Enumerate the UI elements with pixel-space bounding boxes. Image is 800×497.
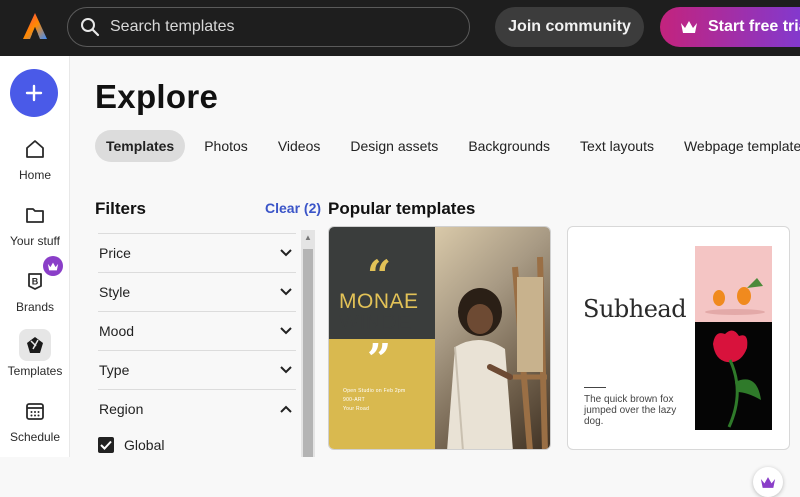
chevron-down-icon xyxy=(280,246,294,260)
sidebar-item-label: Templates xyxy=(7,364,63,378)
card-small-line: 900-ART xyxy=(343,397,366,403)
sidebar-item-schedule[interactable]: Schedule xyxy=(0,395,70,451)
main-content: Explore Templates Photos Videos Design a… xyxy=(71,56,800,497)
create-new-button[interactable] xyxy=(10,69,58,117)
filter-label: Type xyxy=(99,362,130,378)
sidebar-item-templates[interactable]: Templates xyxy=(0,329,70,385)
filters-heading: Filters xyxy=(95,199,147,218)
sidebar-item-label: Brands xyxy=(15,300,55,314)
painter-photo xyxy=(435,227,550,449)
card-body-text: The quick brown fox jumped over the lazy… xyxy=(584,394,677,427)
card-headline: MONAE WINDE xyxy=(339,291,419,333)
sidebar-item-label: Home xyxy=(18,168,51,182)
search-bar[interactable] xyxy=(67,7,470,47)
tab-design-assets[interactable]: Design assets xyxy=(339,130,449,162)
scroll-up-arrow-icon[interactable]: ▲ xyxy=(304,233,312,242)
filter-label: Mood xyxy=(99,323,135,339)
search-input[interactable] xyxy=(110,18,450,36)
peach-photo xyxy=(695,246,772,322)
crown-icon xyxy=(680,20,698,34)
search-icon xyxy=(81,18,100,37)
filter-label: Style xyxy=(99,284,131,300)
premium-badge-icon xyxy=(43,256,63,276)
filter-label: Region xyxy=(99,401,144,417)
premium-crown-icon[interactable] xyxy=(753,467,783,497)
chevron-down-icon xyxy=(280,363,294,377)
start-free-trial-label: Start free trial xyxy=(708,18,800,35)
filter-scrollbar-thumb[interactable] xyxy=(303,249,313,457)
top-bar: Join community Start free trial xyxy=(0,0,800,56)
calendar-icon xyxy=(19,395,51,427)
checkbox-checked-icon[interactable] xyxy=(98,437,114,453)
region-option-label: Global xyxy=(124,437,165,453)
tab-photos[interactable]: Photos xyxy=(193,130,259,162)
left-sidebar: Home Your stuff B Brands Templates Sched… xyxy=(0,56,70,457)
sidebar-item-your-stuff[interactable]: Your stuff xyxy=(0,199,70,255)
filter-type[interactable]: Type xyxy=(98,350,296,389)
clear-filters-link[interactable]: Clear (2) xyxy=(265,200,321,216)
filter-region[interactable]: Region xyxy=(98,389,296,428)
template-card[interactable]: Subhead The quick brown fox jumped over … xyxy=(567,226,790,450)
card-headline-line2: WINDE xyxy=(339,311,412,334)
start-free-trial-button[interactable]: Start free trial xyxy=(660,7,800,47)
adobe-express-logo-icon[interactable] xyxy=(22,12,48,40)
card-subhead: Subhead xyxy=(583,295,687,323)
filter-label: Price xyxy=(99,245,131,261)
popular-templates-heading: Popular templates xyxy=(328,199,476,218)
filter-list: Price Style Mood Type Region Global xyxy=(98,233,296,462)
card-small-line: Open Studio on Feb 2pm xyxy=(343,388,406,394)
tab-backgrounds[interactable]: Backgrounds xyxy=(457,130,561,162)
sidebar-item-label: Your stuff xyxy=(9,234,61,248)
tab-templates[interactable]: Templates xyxy=(95,130,186,162)
chevron-down-icon xyxy=(280,285,294,299)
card-divider xyxy=(584,387,606,388)
filter-mood[interactable]: Mood xyxy=(98,311,296,350)
svg-text:B: B xyxy=(32,277,39,287)
tulip-photo xyxy=(695,322,772,430)
tab-text-layouts[interactable]: Text layouts xyxy=(569,130,665,162)
sidebar-item-home[interactable]: Home xyxy=(0,133,70,189)
join-community-button[interactable]: Join community xyxy=(495,7,644,47)
sidebar-item-brands[interactable]: B Brands xyxy=(0,256,70,321)
card-small-text: Open Studio on Feb 2pm 900-ART Your Road xyxy=(343,387,405,414)
chevron-down-icon xyxy=(280,324,294,338)
template-card[interactable]: “ MONAE WINDE ” Open Studio on Feb 2pm 9… xyxy=(328,226,551,450)
tab-webpage-templates[interactable]: Webpage templates xyxy=(673,130,800,162)
plus-icon xyxy=(25,84,43,102)
page-title: Explore xyxy=(95,78,219,115)
close-quote-icon: ” xyxy=(367,335,392,384)
card-headline-line1: MONAE xyxy=(339,290,419,313)
chevron-up-icon xyxy=(280,402,294,416)
brand-icon: B xyxy=(19,256,63,297)
explore-tabs: Templates Photos Videos Design assets Ba… xyxy=(95,130,800,162)
tab-videos[interactable]: Videos xyxy=(267,130,332,162)
home-icon xyxy=(19,133,51,165)
filter-price[interactable]: Price xyxy=(98,233,296,272)
card-small-line: Your Road xyxy=(343,406,370,412)
templates-icon xyxy=(19,329,51,361)
sidebar-item-label: Schedule xyxy=(9,430,61,444)
folder-icon xyxy=(19,199,51,231)
filter-style[interactable]: Style xyxy=(98,272,296,311)
